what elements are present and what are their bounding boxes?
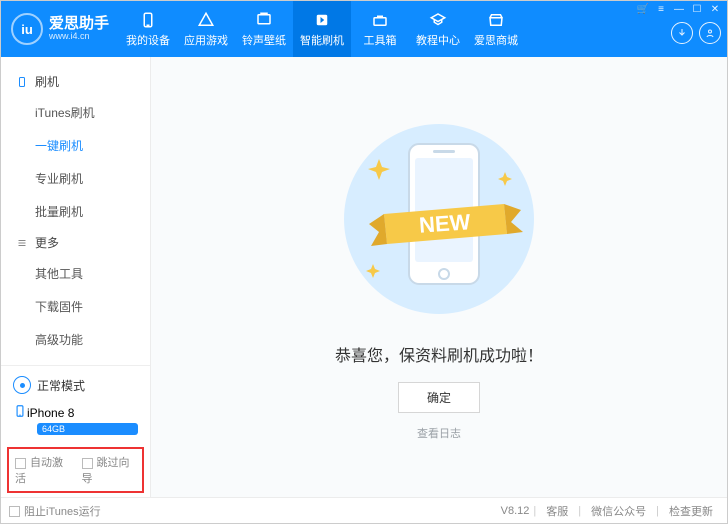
sidebar: 刷机 iTunes刷机 一键刷机 专业刷机 批量刷机 更多 其他工具 下载固件 …: [1, 57, 151, 497]
device-mode-label: 正常模式: [37, 377, 85, 394]
nav-label: 我的设备: [126, 32, 170, 48]
app-logo: iu 爱思助手 www.i4.cn: [7, 13, 109, 45]
nav-label: 智能刷机: [300, 32, 344, 48]
sidebar-item-other-tools[interactable]: 其他工具: [1, 257, 150, 290]
checkbox-label: 阻止iTunes运行: [24, 506, 101, 518]
nav-my-device[interactable]: 我的设备: [119, 1, 177, 57]
checkbox-icon: [9, 506, 20, 517]
sidebar-section-flash[interactable]: 刷机: [1, 67, 150, 96]
nav-tutorial-center[interactable]: 教程中心: [409, 1, 467, 57]
main-content: NEW 恭喜您，保资料刷机成功啦！ 确定 查看日志: [151, 57, 727, 497]
app-body: 刷机 iTunes刷机 一键刷机 专业刷机 批量刷机 更多 其他工具 下载固件 …: [1, 57, 727, 497]
footer-link-wechat[interactable]: 微信公众号: [591, 503, 646, 519]
status-bar: 阻止iTunes运行 V8.12 | 客服 | 微信公众号 | 检查更新: [1, 497, 727, 523]
checkbox-skip-guide[interactable]: 跳过向导: [82, 454, 137, 486]
device-mode-row[interactable]: 正常模式: [1, 370, 150, 400]
phone-icon: [15, 76, 29, 88]
success-title: 恭喜您，保资料刷机成功啦！: [335, 342, 543, 366]
checkbox-prevent-itunes[interactable]: 阻止iTunes运行: [9, 503, 101, 519]
nav-label: 铃声壁纸: [242, 32, 286, 48]
nav-shop[interactable]: 爱思商城: [467, 1, 525, 57]
shop-icon: [487, 11, 505, 29]
user-icon[interactable]: [699, 22, 721, 44]
top-nav: 我的设备 应用游戏 铃声壁纸 智能刷机 工具箱: [119, 1, 525, 57]
window-controls: 🛒 ≡ — ☐ ✕: [637, 5, 721, 15]
sidebar-item-pro-flash[interactable]: 专业刷机: [1, 162, 150, 195]
checkbox-auto-activate[interactable]: 自动激活: [15, 454, 70, 486]
sidebar-item-download-firmware[interactable]: 下载固件: [1, 290, 150, 323]
nav-label: 应用游戏: [184, 32, 228, 48]
sidebar-item-advanced[interactable]: 高级功能: [1, 323, 150, 356]
sidebar-bottom: 正常模式 iPhone 8 64GB 自动激活 跳过向导: [1, 365, 150, 497]
nav-label: 工具箱: [364, 32, 397, 48]
logo-icon: iu: [11, 13, 43, 45]
nav-label: 教程中心: [416, 32, 460, 48]
bars-icon: [15, 237, 29, 249]
nav-toolbox[interactable]: 工具箱: [351, 1, 409, 57]
toolbox-icon: [371, 11, 389, 29]
nav-apps-games[interactable]: 应用游戏: [177, 1, 235, 57]
app-header: 🛒 ≡ — ☐ ✕ iu 爱思助手 www.i4.cn 我的设备 应用游戏: [1, 1, 727, 57]
device-capacity-badge: 64GB: [37, 423, 138, 435]
sidebar-item-oneclick-flash[interactable]: 一键刷机: [1, 129, 150, 162]
window-cart-icon[interactable]: 🛒: [637, 5, 649, 15]
window-minimize-icon[interactable]: —: [673, 5, 685, 15]
footer-link-support[interactable]: 客服: [546, 503, 568, 519]
tutorial-icon: [429, 11, 447, 29]
version-label: V8.12: [501, 505, 530, 517]
mode-icon: [13, 376, 31, 394]
sidebar-item-batch-flash[interactable]: 批量刷机: [1, 195, 150, 228]
banner-text-svg: NEW: [418, 209, 471, 238]
view-log-link[interactable]: 查看日志: [417, 425, 461, 441]
window-menu-icon[interactable]: ≡: [655, 5, 667, 15]
highlighted-checkbox-row: 自动激活 跳过向导: [7, 447, 144, 493]
flash-icon: [313, 11, 331, 29]
nav-label: 爱思商城: [474, 32, 518, 48]
device-phone-icon: [13, 404, 27, 421]
device-name-label: iPhone 8: [27, 406, 74, 420]
app-subtitle: www.i4.cn: [49, 32, 109, 42]
window-close-icon[interactable]: ✕: [709, 5, 721, 15]
download-icon[interactable]: [671, 22, 693, 44]
sidebar-section-more[interactable]: 更多: [1, 228, 150, 257]
checkbox-icon: [15, 458, 26, 469]
app-title: 爱思助手: [49, 16, 109, 33]
nav-ringtone-wallpaper[interactable]: 铃声壁纸: [235, 1, 293, 57]
footer-link-update[interactable]: 检查更新: [669, 503, 713, 519]
success-illustration: NEW: [329, 114, 549, 324]
sidebar-section-title-label: 刷机: [35, 73, 59, 90]
ringtone-icon: [255, 11, 273, 29]
checkbox-icon: [82, 458, 93, 469]
header-right-controls: [671, 14, 721, 44]
ok-button[interactable]: 确定: [398, 382, 480, 413]
window-maximize-icon[interactable]: ☐: [691, 5, 703, 15]
sidebar-section-title-label: 更多: [35, 234, 59, 251]
apps-icon: [197, 11, 215, 29]
device-info[interactable]: iPhone 8 64GB: [1, 400, 150, 443]
sidebar-item-itunes-flash[interactable]: iTunes刷机: [1, 96, 150, 129]
device-icon: [139, 11, 157, 29]
nav-smart-flash[interactable]: 智能刷机: [293, 1, 351, 57]
